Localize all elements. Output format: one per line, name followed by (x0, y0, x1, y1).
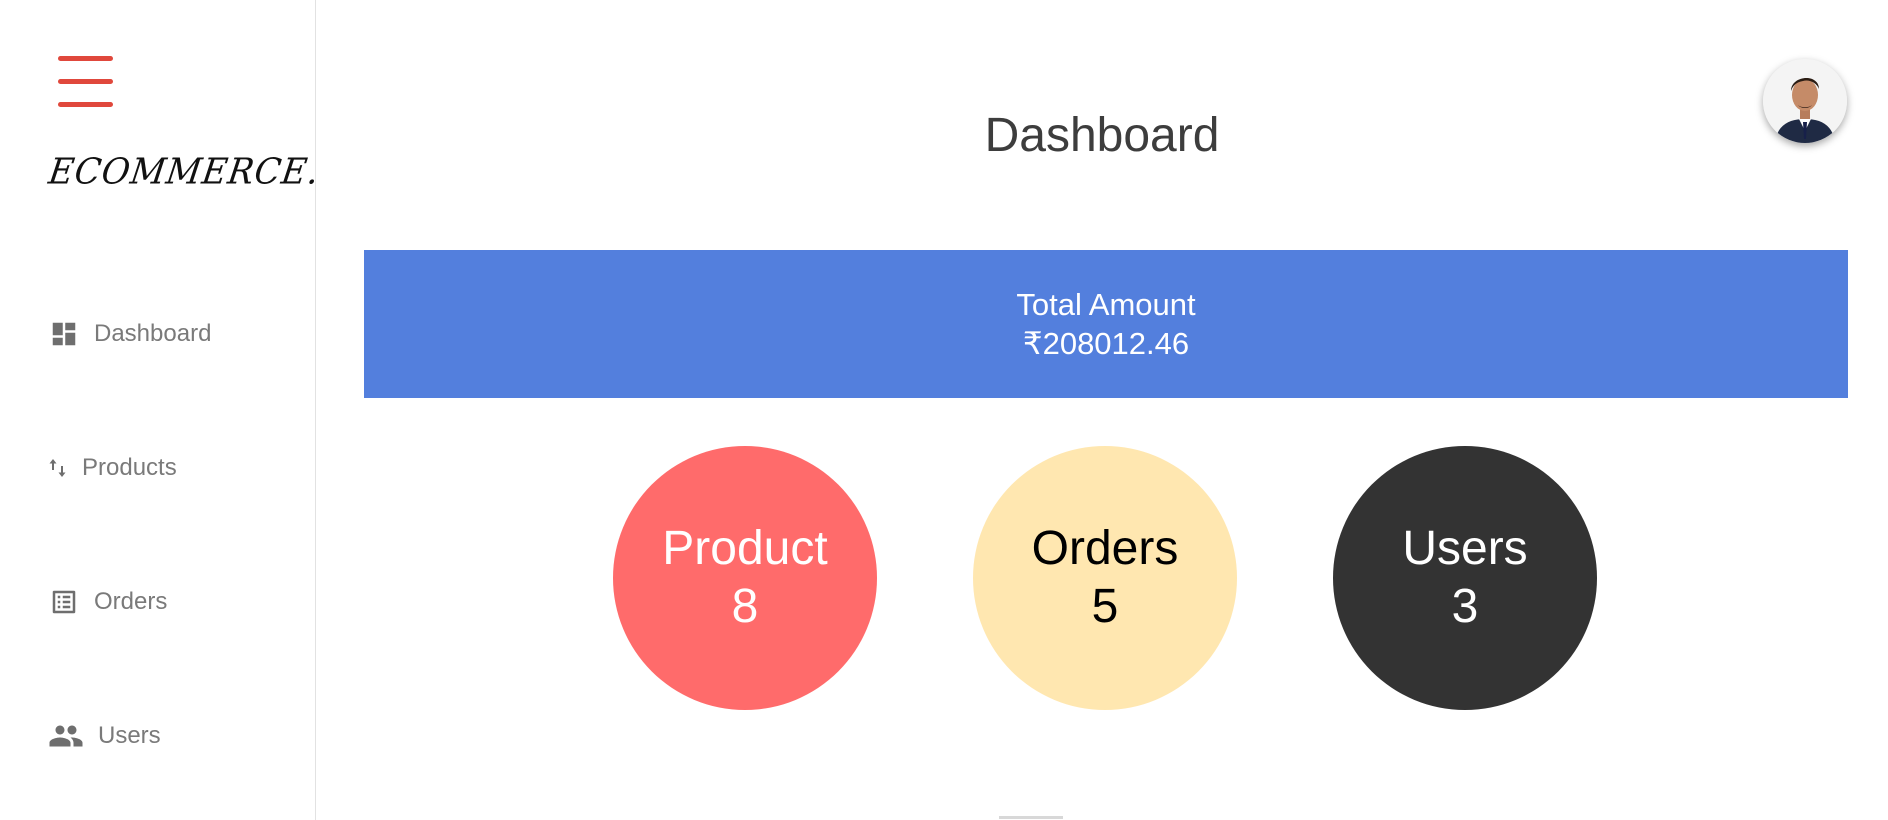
stat-label: Orders (1031, 522, 1179, 575)
sidebar-item-users[interactable]: Users (48, 720, 161, 752)
users-stat-card[interactable]: Users 3 (1333, 446, 1597, 710)
sidebar-item-label: Users (98, 722, 161, 749)
list-alt-icon (48, 586, 80, 618)
scroll-indicator (999, 816, 1063, 819)
stat-label: Product (662, 522, 828, 575)
stat-label: Users (1402, 522, 1528, 575)
stat-value: 8 (731, 580, 759, 633)
page-title: Dashboard (984, 109, 1220, 162)
brand-logo[interactable]: ECOMMERCE. (46, 151, 322, 193)
people-icon (48, 720, 84, 752)
sort-arrows-icon (48, 452, 68, 484)
product-stat-card[interactable]: Product 8 (613, 446, 877, 710)
total-amount-banner: Total Amount ₹208012.46 (364, 250, 1848, 398)
hamburger-menu-button[interactable] (58, 56, 113, 108)
stat-value: 5 (1091, 580, 1119, 633)
stat-value: 3 (1451, 580, 1479, 633)
sidebar: ECOMMERCE. Dashboard Products Orders Use… (0, 0, 322, 820)
total-amount-label: Total Amount (1016, 287, 1196, 322)
hamburger-line (58, 79, 113, 84)
hamburger-line (58, 56, 113, 61)
total-amount-value: ₹208012.46 (1022, 326, 1190, 361)
sidebar-item-label: Products (82, 454, 177, 481)
sidebar-item-dashboard[interactable]: Dashboard (48, 318, 211, 350)
sidebar-item-products[interactable]: Products (48, 452, 177, 484)
dashboard-icon (48, 318, 80, 350)
sidebar-item-label: Dashboard (94, 320, 212, 347)
sidebar-item-orders[interactable]: Orders (48, 586, 167, 618)
sidebar-item-label: Orders (94, 588, 168, 615)
orders-stat-card[interactable]: Orders 5 (973, 446, 1237, 710)
hamburger-line (58, 102, 113, 107)
main-content: Dashboard Total Amount ₹208012.46 Produc… (316, 0, 1888, 820)
